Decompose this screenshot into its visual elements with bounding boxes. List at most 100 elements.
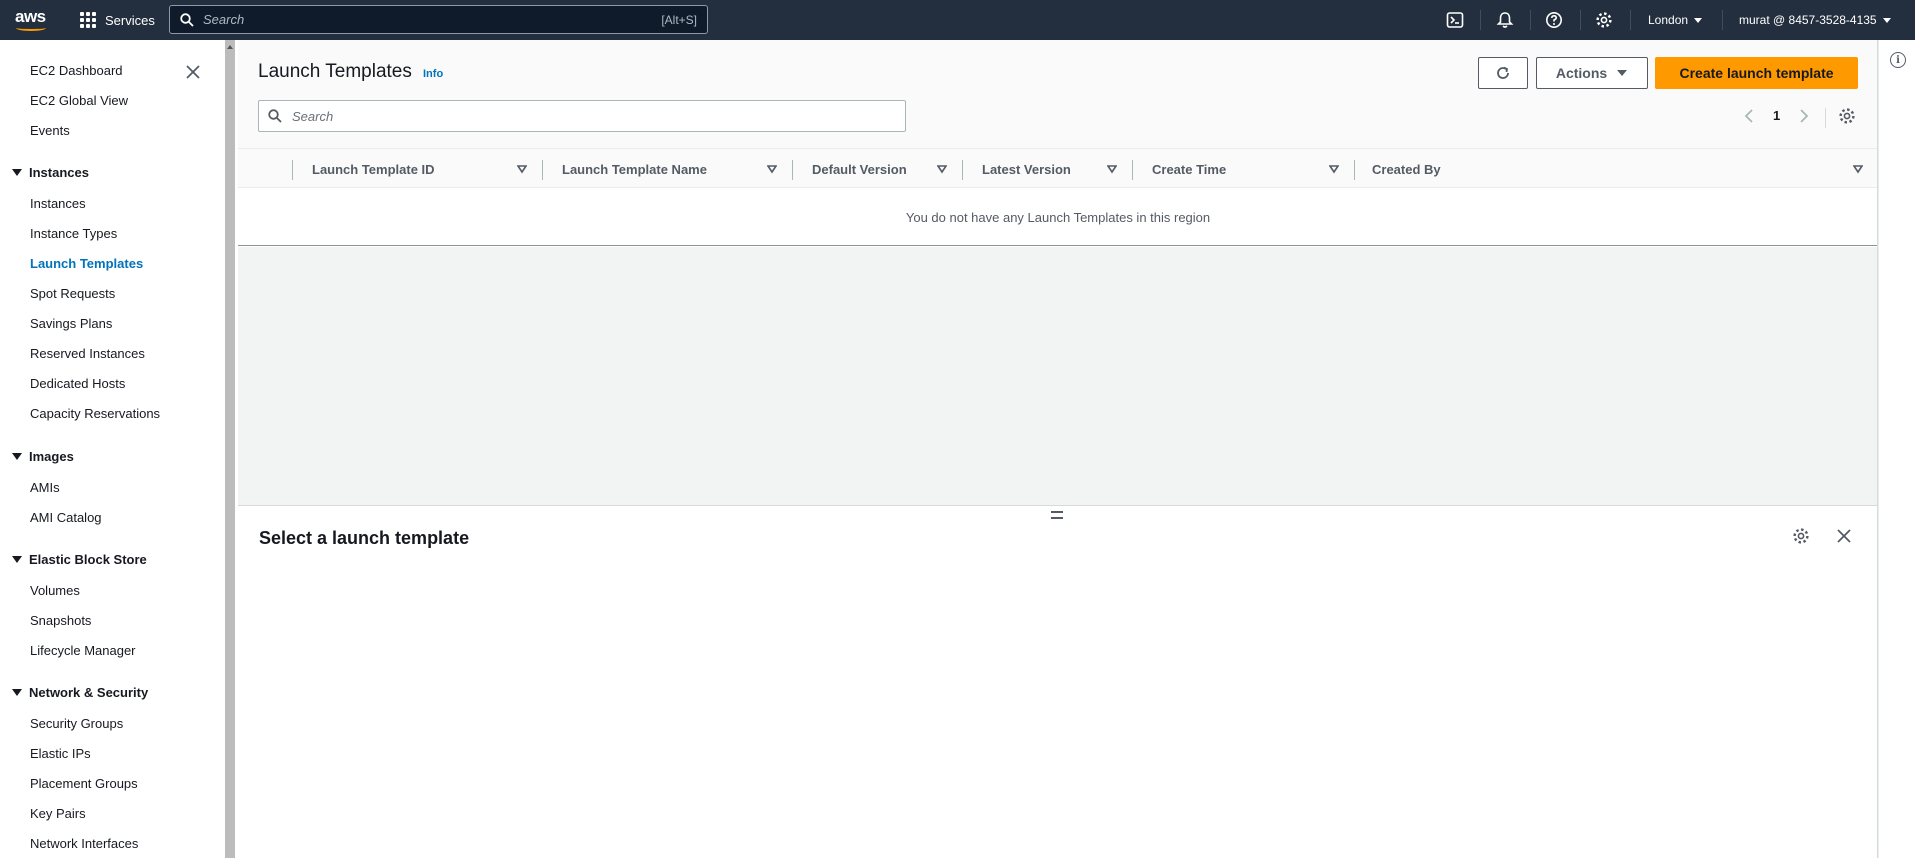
empty-table-message: You do not have any Launch Templates in … xyxy=(238,189,1878,246)
column-divider xyxy=(292,160,293,180)
aws-logo-text: aws xyxy=(15,7,46,26)
sidebar-item-launch-templates[interactable]: Launch Templates xyxy=(30,256,143,271)
sidebar-item-snapshots[interactable]: Snapshots xyxy=(30,613,91,628)
table-header-area: Launch Templates Info Actions Create lau… xyxy=(238,40,1878,148)
chevron-right-icon[interactable] xyxy=(1799,109,1809,123)
sidebar-item-ami-catalog[interactable]: AMI Catalog xyxy=(30,510,102,525)
sort-icon[interactable] xyxy=(767,164,777,174)
sidebar-item-ec2-global-view[interactable]: EC2 Global View xyxy=(30,93,128,108)
bell-icon[interactable] xyxy=(1494,9,1516,31)
column-header-launch-template-name[interactable]: Launch Template Name xyxy=(562,149,707,189)
pager-divider xyxy=(1825,108,1826,128)
section-title: Elastic Block Store xyxy=(29,552,147,567)
create-launch-template-button[interactable]: Create launch template xyxy=(1655,57,1858,89)
chevron-down-icon xyxy=(1694,17,1703,23)
refresh-button[interactable] xyxy=(1478,57,1528,89)
sidebar-section-instances[interactable]: Instances xyxy=(12,165,89,180)
nav-divider xyxy=(1530,10,1531,30)
table-search-box[interactable] xyxy=(258,100,906,132)
search-shortcut-hint: [Alt+S] xyxy=(661,12,697,27)
services-label: Services xyxy=(105,12,155,28)
chevron-left-icon[interactable] xyxy=(1744,109,1754,123)
table-empty-space xyxy=(238,247,1878,506)
sidebar-item-amis[interactable]: AMIs xyxy=(30,480,60,495)
sidebar-item-lifecycle-manager[interactable]: Lifecycle Manager xyxy=(30,643,136,658)
global-search-input[interactable] xyxy=(203,12,662,27)
caret-down-icon xyxy=(12,453,22,460)
account-label: murat @ 8457-3528-4135 xyxy=(1739,13,1877,27)
info-link[interactable]: Info xyxy=(423,68,443,80)
sort-icon[interactable] xyxy=(1329,164,1339,174)
settings-icon[interactable] xyxy=(1593,9,1615,31)
sidebar-item-reserved-instances[interactable]: Reserved Instances xyxy=(30,346,145,361)
column-header-launch-template-id[interactable]: Launch Template ID xyxy=(312,149,435,189)
sidebar-item-ec2-dashboard[interactable]: EC2 Dashboard xyxy=(30,63,123,78)
actions-label: Actions xyxy=(1555,65,1608,81)
sidebar-scrollbar[interactable] xyxy=(225,40,235,858)
column-divider xyxy=(962,160,963,180)
sidebar-item-placement-groups[interactable]: Placement Groups xyxy=(30,776,138,791)
sidebar-item-dedicated-hosts[interactable]: Dedicated Hosts xyxy=(30,376,125,391)
sidebar-item-security-groups[interactable]: Security Groups xyxy=(30,716,123,731)
actions-button[interactable]: Actions xyxy=(1536,57,1648,89)
column-header-create-time[interactable]: Create Time xyxy=(1152,149,1226,189)
right-rail: i xyxy=(1878,40,1915,858)
caret-down-icon xyxy=(12,169,22,176)
sidebar-item-instances[interactable]: Instances xyxy=(30,196,86,211)
global-search-box[interactable]: [Alt+S] xyxy=(169,5,708,34)
section-title: Instances xyxy=(29,165,89,180)
column-divider xyxy=(542,160,543,180)
sidebar: EC2 Dashboard EC2 Global View Events Ins… xyxy=(0,40,224,858)
chevron-down-icon xyxy=(1882,17,1891,23)
sort-icon[interactable] xyxy=(937,164,947,174)
search-icon xyxy=(268,109,282,123)
sidebar-item-savings-plans[interactable]: Savings Plans xyxy=(30,316,112,331)
sidebar-item-capacity-reservations[interactable]: Capacity Reservations xyxy=(30,406,160,421)
help-icon[interactable] xyxy=(1543,9,1565,31)
sidebar-item-volumes[interactable]: Volumes xyxy=(30,583,80,598)
sidebar-section-images[interactable]: Images xyxy=(12,449,74,464)
close-panel-icon[interactable] xyxy=(1836,528,1852,544)
services-menu-button[interactable]: Services xyxy=(80,0,155,40)
region-selector[interactable]: London xyxy=(1648,0,1703,40)
nav-divider xyxy=(1630,10,1631,30)
column-divider xyxy=(792,160,793,180)
detail-panel: Select a launch template xyxy=(238,507,1878,858)
detail-panel-title: Select a launch template xyxy=(259,528,470,548)
column-header-latest-version[interactable]: Latest Version xyxy=(982,149,1071,189)
caret-down-icon xyxy=(12,556,22,563)
close-sidebar-icon[interactable] xyxy=(184,63,202,81)
info-icon[interactable]: i xyxy=(1890,52,1906,68)
sort-icon[interactable] xyxy=(1107,164,1117,174)
grid-icon xyxy=(80,12,96,28)
nav-divider xyxy=(1580,10,1581,30)
caret-down-icon xyxy=(12,689,22,696)
panel-resize-handle[interactable] xyxy=(1051,511,1063,519)
sidebar-item-instance-types[interactable]: Instance Types xyxy=(30,226,117,241)
top-navigation: aws Services [Alt+S] London murat @ 8457… xyxy=(0,0,1915,40)
sort-icon[interactable] xyxy=(1853,164,1863,174)
panel-settings-icon[interactable] xyxy=(1792,527,1810,545)
sidebar-item-elastic-ips[interactable]: Elastic IPs xyxy=(30,746,91,761)
nav-divider xyxy=(1722,10,1723,30)
page-number[interactable]: 1 xyxy=(1773,108,1780,123)
sidebar-item-events[interactable]: Events xyxy=(30,123,70,138)
cloudshell-icon[interactable] xyxy=(1444,9,1466,31)
column-header-default-version[interactable]: Default Version xyxy=(812,149,907,189)
table-search-input[interactable] xyxy=(292,108,896,124)
account-menu[interactable]: murat @ 8457-3528-4135 xyxy=(1739,0,1891,40)
table-header-row: Launch Template ID Launch Template Name … xyxy=(238,148,1878,188)
table-settings-icon[interactable] xyxy=(1838,107,1856,125)
aws-logo[interactable]: aws xyxy=(15,7,49,33)
sidebar-section-elastic-block-store[interactable]: Elastic Block Store xyxy=(12,552,147,567)
sort-icon[interactable] xyxy=(517,164,527,174)
sidebar-item-network-interfaces[interactable]: Network Interfaces xyxy=(30,836,138,851)
refresh-icon xyxy=(1497,66,1509,79)
column-divider xyxy=(1354,160,1355,180)
nav-divider xyxy=(1480,10,1481,30)
sidebar-item-spot-requests[interactable]: Spot Requests xyxy=(30,286,115,301)
section-title: Images xyxy=(29,449,74,464)
column-header-created-by[interactable]: Created By xyxy=(1372,149,1441,189)
sidebar-item-key-pairs[interactable]: Key Pairs xyxy=(30,806,86,821)
sidebar-section-network-security[interactable]: Network & Security xyxy=(12,685,148,700)
